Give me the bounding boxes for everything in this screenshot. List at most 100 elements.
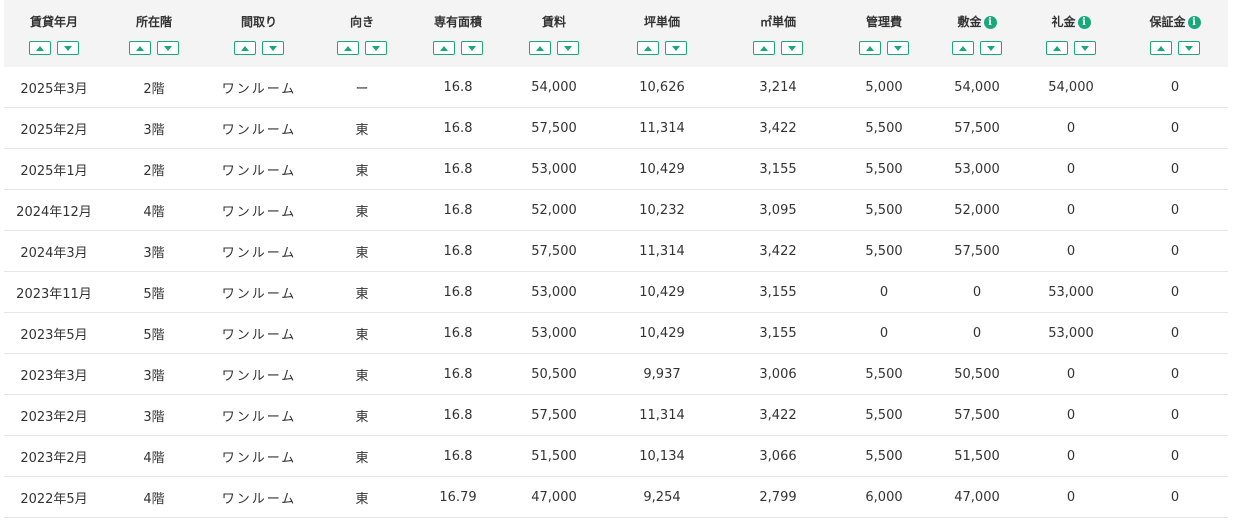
cell-direction: 東 <box>314 435 410 477</box>
cell-deposit: 0 <box>934 312 1020 354</box>
cell-rent: 57,500 <box>506 107 602 149</box>
cell-layout: ワンルーム <box>204 189 314 231</box>
sort-ascending-button[interactable] <box>753 41 775 55</box>
cell-floor: 3階 <box>104 394 204 436</box>
sort-ascending-button[interactable] <box>859 41 881 55</box>
cell-rent-month: 2023年5月 <box>4 312 104 354</box>
cell-rent-month: 2024年12月 <box>4 189 104 231</box>
sort-ascending-icon <box>440 45 448 51</box>
info-icon[interactable]: i <box>1187 15 1201 29</box>
table-row: 2024年3月 3階 ワンルーム東 16.8 57,500 11,314 3,422 5,50… <box>4 230 1228 272</box>
sort-ascending-button[interactable] <box>952 41 974 55</box>
cell-management-fee: 5,500 <box>834 230 934 272</box>
sort-descending-button[interactable] <box>557 41 579 55</box>
sort-descending-button[interactable] <box>262 41 284 55</box>
cell-area: 16.8 <box>410 394 506 436</box>
table-row: 2025年3月 2階 ワンルームー 16.8 54,000 10,626 3,214 5,00… <box>4 67 1228 108</box>
cell-guarantee: 0 <box>1122 435 1228 477</box>
cell-layout: ワンルーム <box>204 435 314 477</box>
cell-rent-month: 2022年5月 <box>4 476 104 518</box>
cell-guarantee: 0 <box>1122 189 1228 231</box>
cell-sqm-price: 3,095 <box>722 189 834 231</box>
cell-rent: 53,000 <box>506 312 602 354</box>
sort-descending-icon <box>269 45 277 51</box>
cell-sqm-price: 3,214 <box>722 67 834 108</box>
cell-rent: 47,000 <box>506 476 602 518</box>
sort-descending-button[interactable] <box>1178 41 1200 55</box>
sort-controls <box>934 41 1020 55</box>
column-header-sqm-price: ㎡単価 <box>722 0 834 67</box>
sort-ascending-button[interactable] <box>29 41 51 55</box>
cell-tsubo-price: 10,429 <box>602 271 722 313</box>
sort-ascending-icon <box>1157 45 1165 51</box>
cell-management-fee: 0 <box>834 312 934 354</box>
sort-ascending-icon <box>760 45 768 51</box>
sort-ascending-button[interactable] <box>337 41 359 55</box>
cell-direction: 東 <box>314 394 410 436</box>
cell-rent-month: 2023年3月 <box>4 353 104 395</box>
column-header-label: ㎡単価 <box>759 15 796 29</box>
sort-ascending-button[interactable] <box>529 41 551 55</box>
column-header-label: 保証金 <box>1149 15 1186 29</box>
cell-area: 16.8 <box>410 107 506 149</box>
info-icon[interactable]: i <box>1077 15 1091 29</box>
sort-ascending-button[interactable] <box>1150 41 1172 55</box>
sort-ascending-icon <box>136 45 144 51</box>
cell-tsubo-price: 11,314 <box>602 107 722 149</box>
cell-sqm-price: 3,155 <box>722 148 834 190</box>
cell-direction: 東 <box>314 148 410 190</box>
sort-descending-button[interactable] <box>665 41 687 55</box>
sort-descending-button[interactable] <box>461 41 483 55</box>
sort-controls <box>314 41 410 55</box>
column-header-floor: 所在階 <box>104 0 204 67</box>
cell-guarantee: 0 <box>1122 107 1228 149</box>
cell-area: 16.8 <box>410 67 506 108</box>
cell-deposit: 50,500 <box>934 353 1020 395</box>
sort-descending-button[interactable] <box>781 41 803 55</box>
sort-controls <box>204 41 314 55</box>
column-header-label-wrap: 所在階 <box>104 13 204 31</box>
cell-tsubo-price: 9,937 <box>602 353 722 395</box>
column-header-label: 専有面積 <box>433 15 482 29</box>
cell-guarantee: 0 <box>1122 67 1228 108</box>
column-header-guarantee: 保証金 i <box>1122 0 1228 67</box>
cell-key-money: 0 <box>1020 435 1122 477</box>
column-header-management-fee: 管理費 <box>834 0 934 67</box>
sort-descending-button[interactable] <box>365 41 387 55</box>
sort-ascending-button[interactable] <box>129 41 151 55</box>
sort-ascending-icon <box>241 45 249 51</box>
rental-history-panel: 賃貸年月 所在階 間取り 向き 専有面積 賃料 坪単価 ㎡単価 管理費 敷金 i 礼金 i 保証金 i 20… <box>0 0 1238 529</box>
sort-ascending-button[interactable] <box>637 41 659 55</box>
cell-layout: ワンルーム <box>204 230 314 272</box>
sort-ascending-button[interactable] <box>234 41 256 55</box>
sort-descending-button[interactable] <box>57 41 79 55</box>
cell-direction: 東 <box>314 312 410 354</box>
cell-sqm-price: 2,799 <box>722 476 834 518</box>
column-header-label-wrap: 保証金 i <box>1122 13 1228 31</box>
sort-descending-icon <box>468 45 476 51</box>
sort-ascending-button[interactable] <box>433 41 455 55</box>
cell-floor: 4階 <box>104 435 204 477</box>
table-row: 2024年12月 4階 ワンルーム東 16.8 52,000 10,232 3,095 5,5… <box>4 189 1228 231</box>
sort-ascending-icon <box>536 45 544 51</box>
sort-controls <box>506 41 602 55</box>
cell-key-money: 0 <box>1020 148 1122 190</box>
sort-ascending-button[interactable] <box>1046 41 1068 55</box>
cell-floor: 4階 <box>104 189 204 231</box>
sort-ascending-icon <box>959 45 967 51</box>
info-icon[interactable]: i <box>983 15 997 29</box>
sort-descending-button[interactable] <box>887 41 909 55</box>
table-row: 2025年2月 3階 ワンルーム東 16.8 57,500 11,314 3,422 5,50… <box>4 107 1228 149</box>
sort-descending-button[interactable] <box>1074 41 1096 55</box>
sort-descending-button[interactable] <box>980 41 1002 55</box>
cell-sqm-price: 3,422 <box>722 230 834 272</box>
sort-descending-button[interactable] <box>157 41 179 55</box>
cell-direction: 東 <box>314 476 410 518</box>
cell-direction: ー <box>314 67 410 108</box>
table-header-row: 賃貸年月 所在階 間取り 向き 専有面積 賃料 坪単価 ㎡単価 管理費 敷金 i 礼金 i 保証金 i <box>4 0 1228 67</box>
cell-area: 16.8 <box>410 148 506 190</box>
sort-controls <box>104 41 204 55</box>
column-header-label: 所在階 <box>135 15 172 29</box>
cell-floor: 5階 <box>104 271 204 313</box>
cell-deposit: 57,500 <box>934 107 1020 149</box>
